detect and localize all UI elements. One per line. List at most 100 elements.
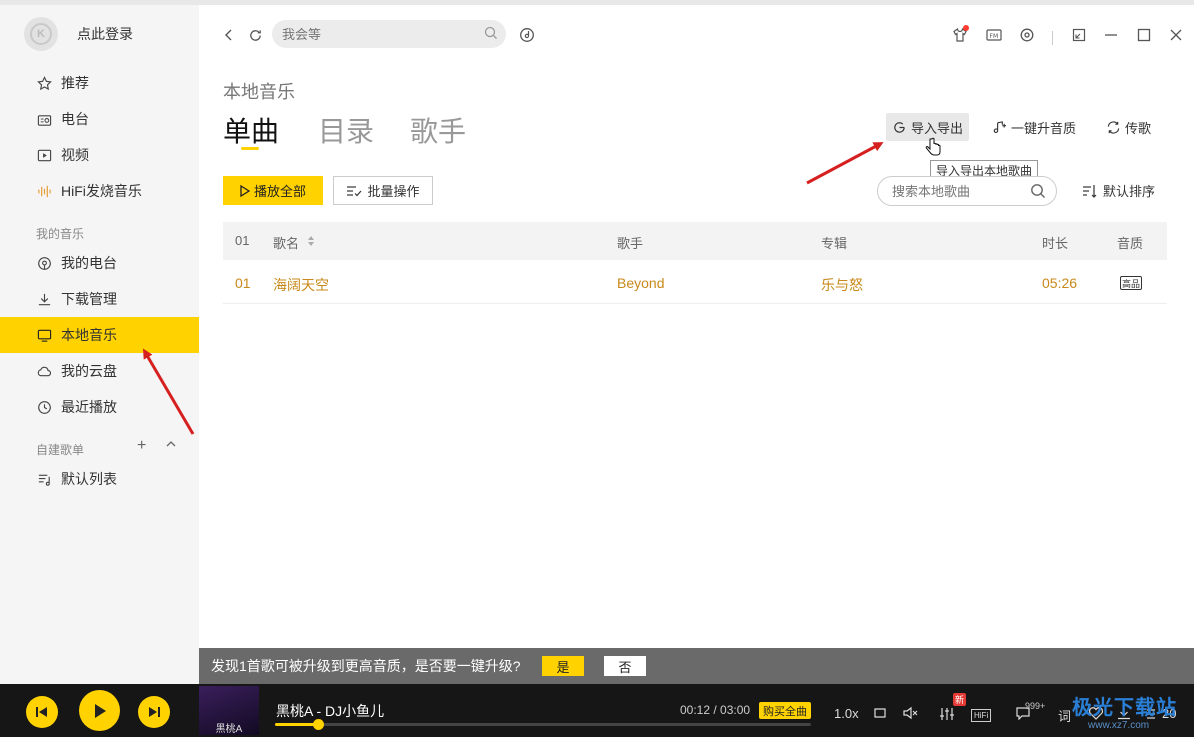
svg-text:FM: FM [990, 33, 999, 40]
upgrade-quality-button[interactable]: 一键升音质 [986, 113, 1082, 141]
sidebar: K 点此登录 推荐 电台 视频 HiFi发烧音乐 我的音乐 我的电台 下载管理 … [0, 5, 199, 684]
sidebar-item-label: 推荐 [61, 75, 89, 91]
table-header: 01 歌名 歌手 专辑 时长 音质 [223, 222, 1167, 260]
monitor-icon [36, 327, 52, 343]
search-icon[interactable] [1030, 183, 1046, 204]
fm-icon[interactable]: FM [984, 25, 1004, 45]
progress-handle[interactable] [312, 719, 324, 730]
loop-mode-icon[interactable] [872, 706, 888, 720]
col-duration: 时长 [1042, 236, 1069, 251]
playlist-icon [36, 471, 52, 487]
top-search-input[interactable] [272, 20, 462, 48]
upgrade-banner-text: 发现1首歌可被升级到更高音质，是否要一键升级? [211, 658, 521, 674]
music-recognize-icon[interactable] [517, 25, 537, 45]
tab-songs[interactable]: 单曲 [223, 110, 279, 150]
sidebar-item-label: 电台 [61, 111, 89, 127]
sidebar-item-recommend[interactable]: 推荐 [0, 65, 199, 101]
annotation-arrow-import [806, 142, 884, 185]
sidebar-item-label: 下载管理 [61, 291, 117, 307]
previous-track-button[interactable] [26, 696, 58, 728]
tab-active-indicator [241, 147, 259, 150]
upgrade-banner: 发现1首歌可被升级到更高音质，是否要一键升级? 是 否 [199, 648, 1194, 684]
banner-yes-button[interactable]: 是 [542, 656, 584, 676]
col-quality: 音质 [1117, 236, 1144, 251]
minimize-icon[interactable] [1101, 25, 1121, 45]
refresh-icon[interactable] [245, 25, 265, 45]
table-row[interactable]: 01 海阔天空 Beyond 乐与怒 05:26 高品 [223, 262, 1167, 304]
settings-gear-icon[interactable] [1017, 25, 1037, 45]
clock-icon [36, 399, 52, 415]
radio-icon [36, 111, 52, 127]
track-title[interactable]: 黑桃A - DJ小鱼儿 [276, 701, 384, 721]
sidebar-item-recent[interactable]: 最近播放 [0, 389, 199, 425]
col-artist: 歌手 [617, 236, 644, 251]
quality-badge: 高品 [1120, 276, 1142, 290]
import-export-icon [892, 120, 907, 135]
sidebar-item-hifi[interactable]: HiFi发烧音乐 [0, 173, 199, 209]
tab-folders[interactable]: 目录 [318, 110, 374, 150]
sidebar-item-video[interactable]: 视频 [0, 137, 199, 173]
login-link[interactable]: 点此登录 [77, 24, 133, 44]
sidebar-item-radio[interactable]: 电台 [0, 101, 199, 137]
col-name[interactable]: 歌名 [273, 233, 299, 252]
checklist-icon [346, 184, 362, 198]
sort-arrows-icon[interactable] [307, 235, 315, 250]
page-subtitle: 本地音乐 [223, 82, 295, 102]
section-title-my-music: 我的音乐 [36, 227, 85, 241]
song-album[interactable]: 乐与怒 [821, 275, 863, 295]
player-bar: 黑桃A 黑桃A - DJ小鱼儿 00:12 / 03:00 购买全曲 1.0x … [0, 684, 1194, 737]
col-album: 专辑 [821, 236, 848, 251]
transfer-songs-label: 传歌 [1125, 120, 1152, 136]
playback-time: 00:12 / 03:00 [680, 703, 751, 717]
avatar-logo-icon: K [30, 23, 52, 45]
banner-no-button[interactable]: 否 [604, 656, 646, 676]
album-cover[interactable]: 黑桃A [199, 686, 259, 735]
play-all-label: 播放全部 [253, 184, 306, 199]
sidebar-item-local-music[interactable]: 本地音乐 [0, 317, 199, 353]
volume-mute-icon[interactable] [902, 706, 918, 720]
sidebar-item-my-radio[interactable]: 我的电台 [0, 245, 199, 281]
play-icon [240, 184, 250, 197]
new-badge: 新 [953, 693, 967, 706]
avatar[interactable]: K [24, 17, 58, 51]
progress-fill [275, 723, 318, 726]
song-index: 01 [235, 275, 251, 291]
sort-button[interactable]: 默认排序 [1082, 181, 1155, 200]
play-button[interactable] [79, 690, 120, 731]
sidebar-item-default-list[interactable]: 默认列表 [0, 461, 199, 497]
mini-mode-icon[interactable] [1069, 25, 1089, 45]
tab-artists[interactable]: 歌手 [410, 110, 466, 150]
sidebar-item-label: 本地音乐 [61, 327, 117, 343]
batch-operation-button[interactable]: 批量操作 [333, 176, 433, 205]
song-name[interactable]: 海阔天空 [273, 275, 329, 295]
playback-speed-button[interactable]: 1.0x [834, 706, 859, 721]
back-icon[interactable] [219, 25, 239, 45]
song-artist[interactable]: Beyond [617, 275, 664, 291]
notification-dot [963, 25, 969, 31]
sidebar-item-cloud[interactable]: 我的云盘 [0, 353, 199, 389]
search-icon[interactable] [484, 26, 498, 45]
maximize-icon[interactable] [1134, 25, 1154, 45]
local-search-box[interactable] [877, 176, 1057, 206]
login-area[interactable]: K 点此登录 [24, 17, 133, 51]
album-cover-text: 黑桃A [215, 724, 243, 735]
sort-label: 默认排序 [1103, 184, 1156, 199]
transfer-songs-button[interactable]: 传歌 [1100, 113, 1157, 141]
close-icon[interactable] [1166, 25, 1186, 45]
waveform-icon [36, 183, 52, 199]
next-track-button[interactable] [138, 696, 170, 728]
equalizer-icon[interactable] [939, 706, 955, 722]
play-all-button[interactable]: 播放全部 [223, 176, 323, 205]
collapse-chevron-icon[interactable] [165, 437, 177, 455]
hifi-button[interactable]: HiFi [971, 709, 992, 722]
sidebar-item-downloads[interactable]: 下载管理 [0, 281, 199, 317]
add-playlist-icon[interactable]: + [137, 437, 146, 455]
import-export-button[interactable]: 导入导出 [886, 113, 970, 141]
divider [1052, 31, 1053, 45]
sidebar-item-label: 最近播放 [61, 399, 117, 415]
music-note-icon [992, 120, 1007, 135]
progress-bar[interactable] [275, 719, 811, 730]
top-search-box[interactable] [272, 20, 506, 48]
buy-full-song-button[interactable]: 购买全曲 [759, 702, 811, 719]
local-search-input[interactable] [878, 177, 1018, 205]
